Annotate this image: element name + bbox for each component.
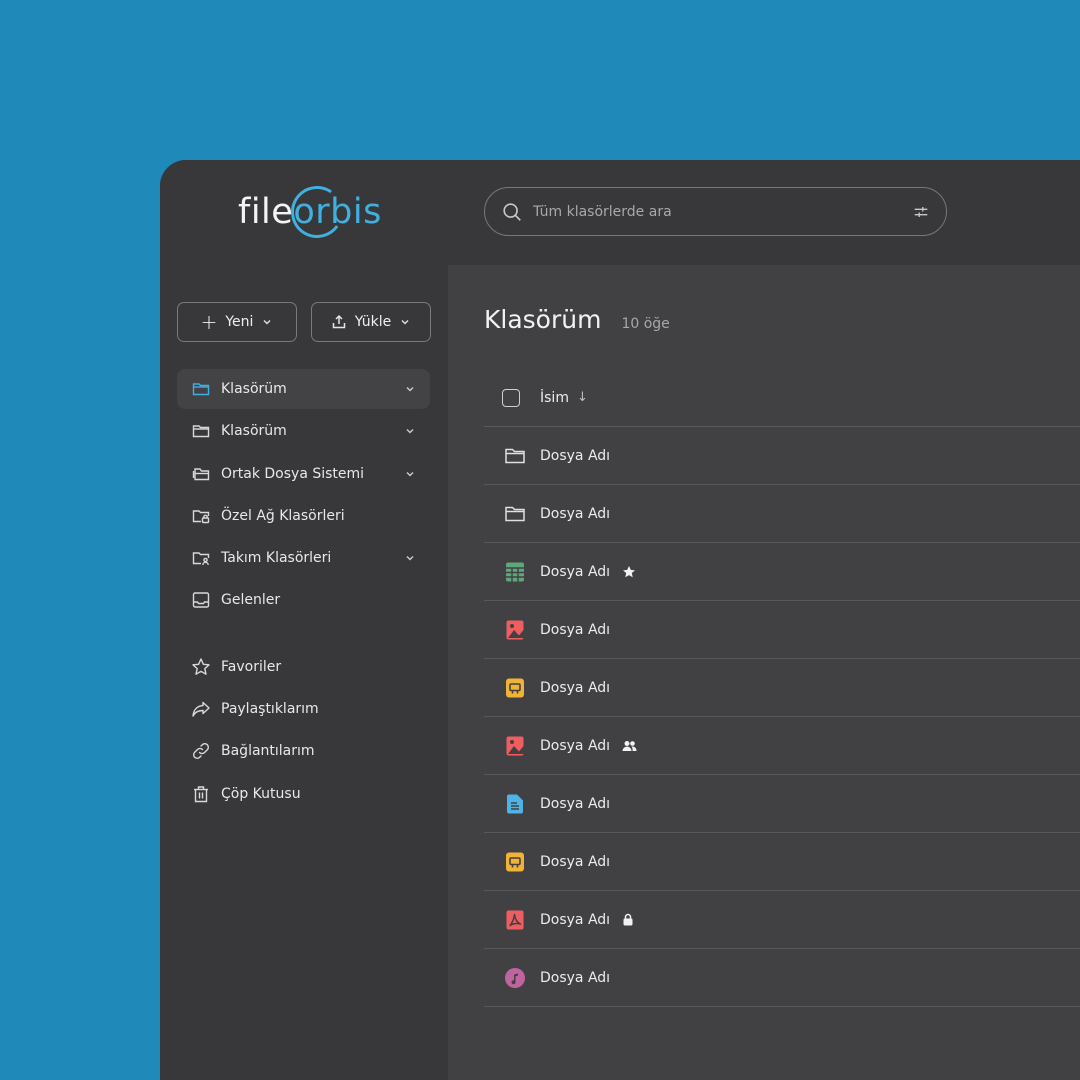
spreadsheet-file-icon [502,559,528,585]
sidebar: + Yeni Yükle Klasörüm Klasörüm Ortak Dos… [160,265,448,1080]
sidebar-item-ortak-dosya-sistemi[interactable]: Ortak Dosya Sistemi [177,454,430,494]
sidebar-item-ozel-ag-klasorleri[interactable]: Özel Ağ Klasörleri [177,496,430,536]
sidebar-item-label: Ortak Dosya Sistemi [221,465,365,482]
sidebar-item-label: Favoriler [221,658,282,675]
file-name: Dosya Adı [540,737,611,754]
page-title: Klasörüm [484,305,602,334]
inbox-icon [192,592,210,609]
file-row[interactable]: Dosya Adı [484,659,1080,717]
app-window: fileorbis + Yeni Yükle Klasörüm [160,160,1080,1080]
file-name: Dosya Adı [540,563,611,580]
star-icon [192,658,210,675]
main-content: Klasörüm 10 öğe İsim ↓ Dosya Adı Dosya A… [448,265,1080,1080]
chevron-down-icon[interactable] [404,468,416,480]
share-icon [192,701,210,717]
chevron-down-icon[interactable] [404,383,416,395]
star-icon [622,565,636,579]
chevron-down-icon [263,319,271,325]
logo-text-orb: orb [293,192,353,232]
page-header: Klasörüm 10 öğe [484,305,670,334]
folder-icon [192,425,210,438]
audio-file-icon [502,965,528,991]
file-row[interactable]: Dosya Adı [484,543,1080,601]
search-icon [503,202,521,221]
new-button-label: Yeni [225,314,254,330]
file-row[interactable]: Dosya Adı [484,833,1080,891]
folder-icon [502,501,528,527]
sidebar-item-label: Klasörüm [221,423,287,440]
image-file-icon [502,733,528,759]
chevron-down-icon [401,319,409,325]
file-row[interactable]: Dosya Adı [484,427,1080,485]
sidebar-item-klasorum-active[interactable]: Klasörüm [177,369,430,409]
nav-divider-gap [177,623,430,647]
file-list: İsim ↓ Dosya Adı Dosya Adı Dosya Adı Dos… [484,369,1080,1007]
file-name: Dosya Adı [540,969,611,986]
top-bar: file orb is [160,160,1080,265]
sidebar-item-label: Klasörüm [221,381,287,397]
column-header-name[interactable]: İsim [540,390,569,406]
folder-icon [192,383,210,396]
file-row[interactable]: Dosya Adı [484,775,1080,833]
file-row[interactable]: Dosya Adı [484,485,1080,543]
search-bar[interactable] [484,187,947,236]
trash-icon [194,785,208,802]
sidebar-item-label: Takım Klasörleri [221,550,332,567]
file-row[interactable]: Dosya Adı [484,891,1080,949]
file-name: Dosya Adı [540,679,611,696]
locked-folder-icon [192,510,210,524]
fileorbis-logo[interactable]: file orb is [238,181,382,243]
sidebar-item-label: Gelenler [221,592,281,609]
item-count: 10 öğe [621,316,670,332]
action-buttons: + Yeni Yükle [177,302,431,342]
logo-orb: orb [287,181,353,243]
file-name: Dosya Adı [540,911,611,928]
pdf-file-icon [502,907,528,933]
upload-button[interactable]: Yükle [311,302,431,342]
sidebar-item-label: Paylaştıklarım [221,701,319,718]
file-name: Dosya Adı [540,621,611,638]
sidebar-item-cop-kutusu[interactable]: Çöp Kutusu [177,774,430,814]
file-name: Dosya Adı [540,795,611,812]
lock-icon [622,913,634,926]
presentation-file-icon [502,675,528,701]
select-all-checkbox[interactable] [502,388,520,407]
sidebar-item-label: Bağlantılarım [221,743,315,760]
sidebar-item-label: Özel Ağ Klasörleri [221,507,345,524]
logo-text-file: file [238,192,294,232]
file-list-header: İsim ↓ [484,369,1080,427]
file-row[interactable]: Dosya Adı [484,717,1080,775]
sort-descending-icon[interactable]: ↓ [577,390,588,405]
upload-button-label: Yükle [354,314,392,330]
file-row[interactable]: Dosya Adı [484,949,1080,1007]
new-button[interactable]: + Yeni [177,302,297,342]
file-name: Dosya Adı [540,505,611,522]
presentation-file-icon [502,849,528,875]
document-file-icon [502,791,528,817]
upload-icon [332,314,346,329]
search-input[interactable] [533,203,912,220]
plus-icon: + [200,310,218,334]
file-name: Dosya Adı [540,447,611,464]
sidebar-item-baglantilarim[interactable]: Bağlantılarım [177,731,430,771]
sidebar-nav: Klasörüm Klasörüm Ortak Dosya Sistemi Öz… [177,369,430,816]
file-row[interactable]: Dosya Adı [484,601,1080,659]
folder-icon [502,443,528,469]
sidebar-item-klasorum[interactable]: Klasörüm [177,411,430,451]
image-file-icon [502,617,528,643]
file-name: Dosya Adı [540,853,611,870]
chevron-down-icon[interactable] [404,425,416,437]
logo-text-is: is [352,192,382,232]
shared-folders-icon [192,467,210,480]
filter-sliders-icon[interactable] [912,203,930,221]
sidebar-item-favoriler[interactable]: Favoriler [177,647,430,687]
sidebar-item-paylastiklarim[interactable]: Paylaştıklarım [177,689,430,729]
sidebar-item-takim-klasorleri[interactable]: Takım Klasörleri [177,538,430,578]
shared-users-icon [622,740,637,752]
team-folder-icon [192,552,210,566]
sidebar-item-gelenler[interactable]: Gelenler [177,580,430,620]
sidebar-item-label: Çöp Kutusu [221,785,301,802]
chevron-down-icon[interactable] [404,552,416,564]
link-icon [192,743,210,760]
